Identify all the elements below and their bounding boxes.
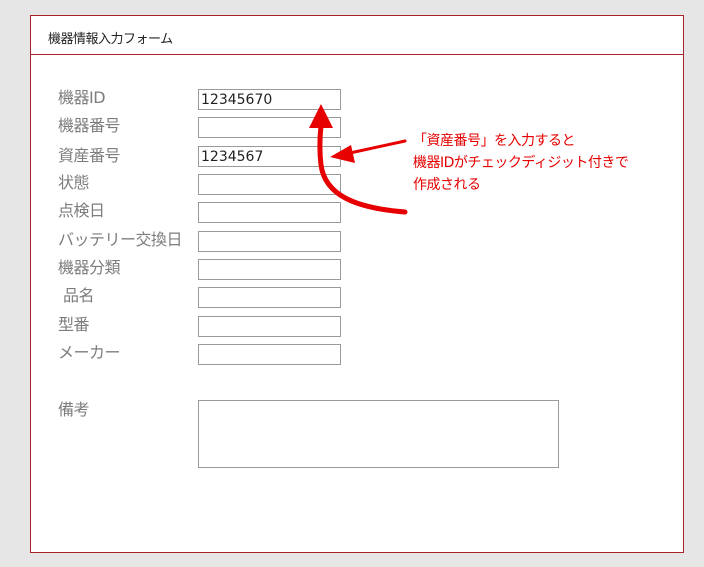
equipment-id-label: 機器ID bbox=[58, 88, 106, 107]
equipment-category-input[interactable] bbox=[198, 259, 341, 280]
form-header: 機器情報入力フォーム bbox=[31, 16, 683, 55]
annotation-callout: 「資産番号」を入力すると 機器IDがチェックディジット付きで 作成される bbox=[413, 130, 629, 196]
product-name-label: 品名 bbox=[63, 286, 95, 305]
annotation-line-3: 作成される bbox=[413, 177, 481, 193]
model-number-input[interactable] bbox=[198, 316, 341, 337]
asset-number-label: 資産番号 bbox=[58, 146, 121, 165]
battery-replacement-date-label: バッテリー交換日 bbox=[58, 230, 183, 249]
notes-label: 備考 bbox=[58, 400, 90, 419]
inspection-date-label: 点検日 bbox=[58, 201, 105, 220]
battery-replacement-date-input[interactable] bbox=[198, 231, 341, 252]
form-title: 機器情報入力フォーム bbox=[48, 32, 173, 47]
status-input[interactable] bbox=[198, 174, 341, 195]
equipment-id-input[interactable] bbox=[198, 89, 341, 110]
equipment-category-label: 機器分類 bbox=[58, 258, 121, 277]
inspection-date-input[interactable] bbox=[198, 202, 341, 223]
manufacturer-input[interactable] bbox=[198, 344, 341, 365]
status-label: 状態 bbox=[58, 173, 90, 192]
product-name-input[interactable] bbox=[198, 287, 341, 308]
annotation-line-2: 機器IDがチェックディジット付きで bbox=[413, 155, 629, 171]
equipment-number-input[interactable] bbox=[198, 117, 341, 138]
asset-number-input[interactable] bbox=[198, 146, 341, 167]
equipment-form-window: 機器情報入力フォーム 機器ID 機器番号 資産番号 状態 点検日 バッテリー交換… bbox=[30, 15, 684, 553]
equipment-number-label: 機器番号 bbox=[58, 116, 121, 135]
annotation-line-1: 「資産番号」を入力すると bbox=[413, 133, 576, 149]
model-number-label: 型番 bbox=[58, 315, 90, 334]
notes-textarea[interactable] bbox=[198, 400, 559, 468]
manufacturer-label: メーカー bbox=[58, 343, 121, 362]
